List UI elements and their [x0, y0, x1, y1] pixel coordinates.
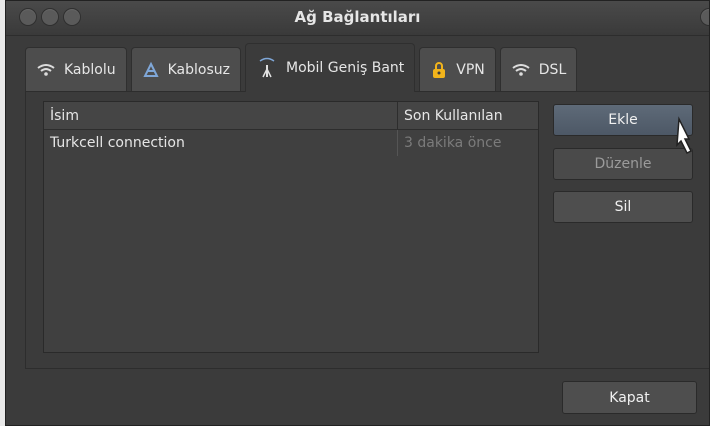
wifi-icon — [511, 63, 531, 77]
title-bar: Ağ Bağlantıları — [6, 1, 709, 36]
tab-dsl[interactable]: DSL — [499, 47, 578, 92]
window-title: Ağ Bağlantıları — [294, 8, 421, 26]
tab-bar: Kablolu Kablosuz Mobil Geniş Bant VPN DS… — [25, 43, 581, 92]
tab-label: Mobil Geniş Bant — [286, 60, 405, 76]
window-control-right[interactable] — [701, 9, 709, 25]
hand-cursor-icon — [671, 115, 707, 159]
tab-vpn[interactable]: VPN — [419, 47, 496, 92]
wireless-antenna-icon — [142, 61, 160, 79]
tab-label: Kablosuz — [167, 62, 230, 78]
delete-button[interactable]: Sil — [553, 191, 693, 223]
network-connections-window: Ağ Bağlantıları Kablolu Kablosuz Mobil G… — [5, 0, 710, 426]
list-header: İsim Son Kullanılan — [44, 102, 538, 130]
mobile-antenna-icon — [256, 57, 278, 79]
tab-kablosuz[interactable]: Kablosuz — [130, 47, 241, 92]
column-header-name[interactable]: İsim — [44, 102, 398, 129]
close-button[interactable]: Kapat — [562, 381, 697, 414]
table-row[interactable]: Turkcell connection 3 dakika önce — [44, 130, 538, 156]
tab-mobil-genis-bant[interactable]: Mobil Geniş Bant — [245, 43, 416, 92]
connection-name: Turkcell connection — [44, 130, 398, 156]
connection-last-used: 3 dakika önce — [404, 135, 502, 151]
connection-panel: İsim Son Kullanılan Turkcell connection … — [25, 91, 709, 369]
tab-label: DSL — [538, 62, 567, 78]
tab-label: VPN — [456, 62, 485, 78]
connections-list[interactable]: İsim Son Kullanılan Turkcell connection … — [43, 101, 539, 353]
tab-kablolu[interactable]: Kablolu — [25, 47, 127, 92]
lock-icon — [430, 61, 448, 79]
tab-label: Kablolu — [64, 62, 116, 78]
wifi-icon — [36, 63, 56, 77]
column-header-last-used[interactable]: Son Kullanılan — [398, 102, 538, 129]
